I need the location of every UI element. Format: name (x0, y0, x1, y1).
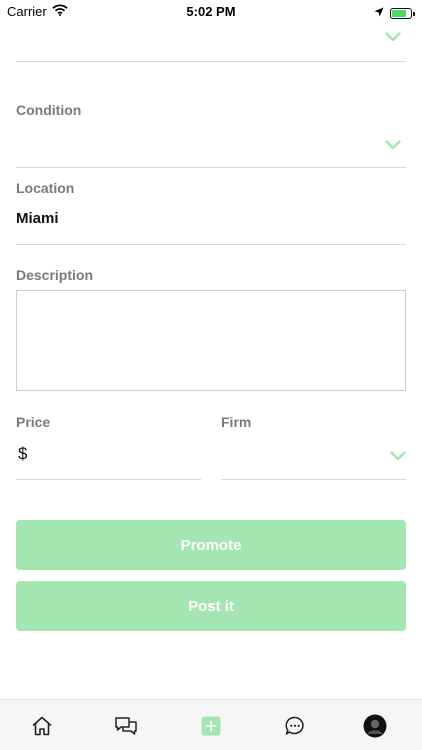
tab-home[interactable] (30, 714, 54, 738)
message-icon (285, 716, 304, 735)
firm-field[interactable]: Firm (221, 414, 406, 480)
previous-field[interactable] (16, 24, 406, 62)
location-arrow-icon (374, 4, 384, 22)
location-field[interactable]: Location Miami (16, 180, 406, 246)
location-label: Location (16, 180, 75, 196)
field-underline (16, 479, 201, 480)
post-it-button[interactable]: Post it (16, 581, 406, 631)
condition-field[interactable]: Condition (16, 102, 406, 168)
description-textarea[interactable] (16, 290, 406, 391)
price-label: Price (16, 414, 51, 430)
status-bar: Carrier 5:02 PM (0, 0, 422, 24)
status-time: 5:02 PM (186, 4, 236, 19)
currency-symbol: $ (18, 444, 28, 463)
chevron-down-icon[interactable] (385, 29, 401, 47)
tab-profile[interactable] (363, 714, 387, 738)
chat-bubbles-icon (115, 717, 137, 735)
description-field: Description (16, 267, 406, 393)
price-field[interactable]: Price $ (16, 414, 201, 480)
home-icon (32, 716, 52, 736)
promote-button[interactable]: Promote (16, 520, 406, 570)
status-right (374, 4, 415, 22)
field-underline (16, 61, 406, 62)
firm-label: Firm (221, 414, 252, 430)
field-underline (16, 167, 406, 168)
description-label: Description (16, 267, 94, 283)
profile-avatar (363, 714, 387, 738)
add-icon (201, 716, 221, 736)
battery-icon (390, 7, 415, 19)
tab-chats[interactable] (114, 714, 138, 738)
condition-label: Condition (16, 102, 82, 118)
chevron-down-icon[interactable] (385, 137, 401, 155)
tab-bar (0, 699, 422, 750)
chevron-down-icon[interactable] (390, 448, 406, 466)
location-value[interactable]: Miami (16, 210, 59, 227)
field-underline (16, 244, 406, 245)
field-underline (221, 479, 406, 480)
tab-add[interactable] (199, 714, 223, 738)
tab-messages[interactable] (283, 714, 307, 738)
